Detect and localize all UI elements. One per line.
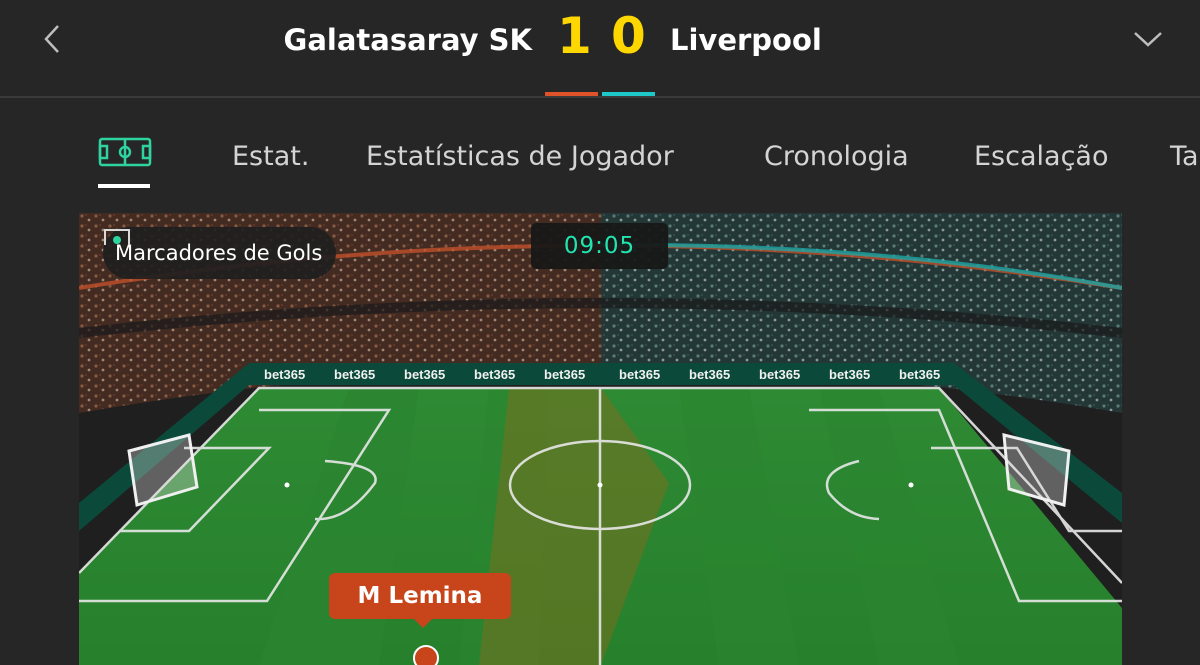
svg-text:bet365: bet365 (404, 367, 445, 382)
match-visualization: bet365 bet365 bet365 bet365 bet365 bet36… (79, 213, 1122, 665)
away-team-name: Liverpool (670, 23, 822, 57)
goal-icon (104, 229, 130, 245)
player-label-pointer (413, 618, 433, 628)
tab-pitch[interactable] (98, 136, 154, 190)
expand-button[interactable] (1128, 22, 1168, 56)
tab-truncated[interactable]: Ta (1170, 138, 1199, 176)
goal-scorers-label: Marcadores de Gols (115, 241, 323, 265)
chevron-left-icon (44, 25, 59, 53)
home-score: 1 (557, 7, 592, 65)
match-header: Galatasaray SK 1 0 Liverpool (0, 0, 1200, 98)
tab-timeline[interactable]: Cronologia (764, 138, 909, 176)
svg-text:bet365: bet365 (544, 367, 585, 382)
home-team-color-bar (545, 92, 598, 96)
tab-stats[interactable]: Estat. (232, 138, 309, 176)
svg-text:bet365: bet365 (899, 367, 940, 382)
active-tab-underline (98, 184, 150, 188)
tab-lineup[interactable]: Escalação (974, 138, 1108, 176)
pitch-icon (98, 137, 152, 167)
svg-text:bet365: bet365 (759, 367, 800, 382)
match-clock: 09:05 (531, 223, 668, 269)
svg-text:bet365: bet365 (829, 367, 870, 382)
svg-text:bet365: bet365 (474, 367, 515, 382)
stadium-scene: bet365 bet365 bet365 bet365 bet365 bet36… (79, 213, 1122, 665)
svg-text:bet365: bet365 (334, 367, 375, 382)
tab-player-stats[interactable]: Estatísticas de Jogador (366, 138, 674, 176)
home-team-name: Galatasaray SK (283, 23, 532, 57)
goal-scorers-button[interactable]: Marcadores de Gols (103, 227, 337, 279)
away-team-color-bar (602, 92, 655, 96)
player-label: M Lemina (329, 573, 511, 619)
svg-text:bet365: bet365 (264, 367, 305, 382)
away-score: 0 (611, 7, 646, 65)
tab-bar: Estat. Estatísticas de Jogador Cronologi… (0, 98, 1200, 210)
svg-text:bet365: bet365 (619, 367, 660, 382)
svg-text:bet365: bet365 (689, 367, 730, 382)
back-button[interactable] (36, 20, 72, 60)
chevron-down-icon (1134, 32, 1162, 47)
